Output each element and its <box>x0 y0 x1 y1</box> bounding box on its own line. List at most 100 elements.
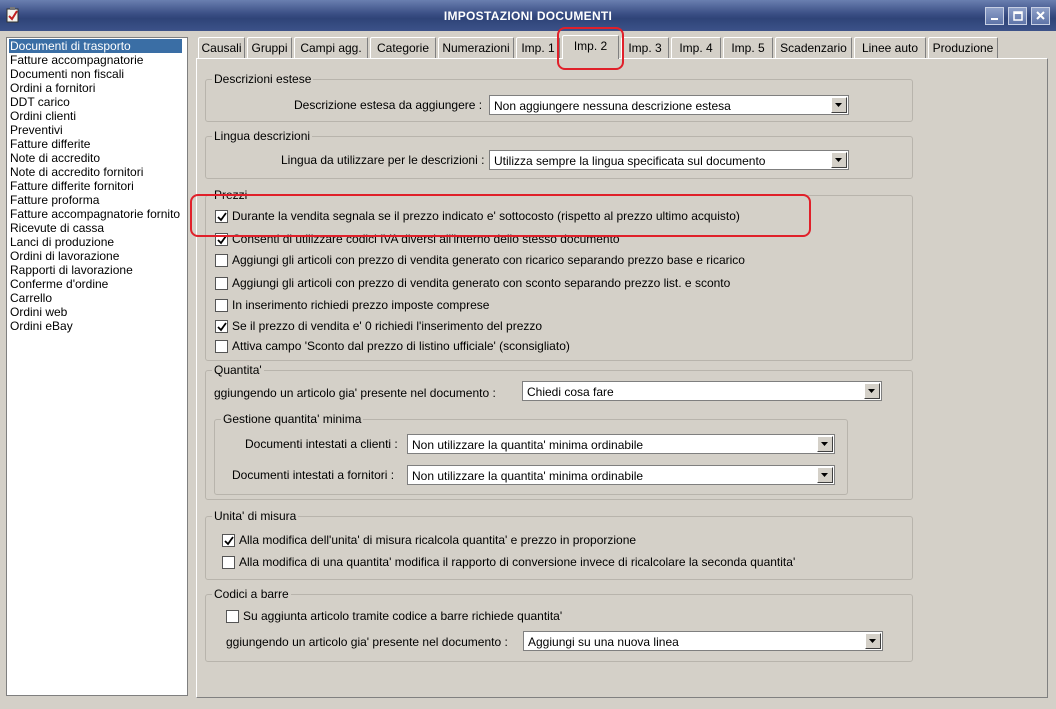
checkmark-icon <box>217 322 227 332</box>
sidebar-item[interactable]: Carrello <box>10 291 52 305</box>
dropdown-button[interactable] <box>817 467 833 483</box>
select-value: Aggiungi su una nuova linea <box>528 635 679 649</box>
checkbox-box[interactable] <box>215 340 228 353</box>
maximize-icon <box>1013 11 1023 21</box>
checkbox-label: Durante la vendita segnala se il prezzo … <box>232 209 740 223</box>
tab-imp-2[interactable]: Imp. 2 <box>562 35 619 59</box>
chevron-down-icon <box>821 473 828 477</box>
checkbox-label: Aggiungi gli articoli con prezzo di vend… <box>232 253 745 267</box>
group-quantita-minima: Gestione quantita' minima Documenti inte… <box>214 412 848 495</box>
checkbox-box[interactable] <box>226 610 239 623</box>
tab-imp-5[interactable]: Imp. 5 <box>723 37 773 58</box>
maximize-button[interactable] <box>1008 7 1027 25</box>
checkbox-label: Se il prezzo di vendita e' 0 richiedi l'… <box>232 319 543 333</box>
tab-campi-agg[interactable]: Campi agg. <box>294 37 368 58</box>
group-legend: Lingua descrizioni <box>212 129 313 143</box>
settings-window: IMPOSTAZIONI DOCUMENTI Documenti di tras… <box>0 0 1056 709</box>
quantita-aggiunta-label: ggiungendo un articolo gia' presente nel… <box>214 386 496 400</box>
checkbox-box[interactable] <box>222 556 235 569</box>
sidebar-item[interactable]: Documenti non fiscali <box>10 67 124 81</box>
sidebar-item[interactable]: Note di accredito fornitori <box>10 165 143 179</box>
sidebar-item[interactable]: Fatture accompagnatorie fornito <box>10 207 180 221</box>
group-unita-misura: Unita' di misura Alla modifica dell'unit… <box>205 509 913 580</box>
tab-numerazioni[interactable]: Numerazioni <box>438 37 514 58</box>
select-value: Non utilizzare la quantita' minima ordin… <box>412 469 644 483</box>
chevron-down-icon <box>868 389 875 393</box>
tab-categorie[interactable]: Categorie <box>370 37 436 58</box>
sidebar-item[interactable]: Ordini clienti <box>10 109 76 123</box>
sidebar-item[interactable]: Lanci di produzione <box>10 235 114 249</box>
sidebar-item[interactable]: Fatture proforma <box>10 193 99 207</box>
chevron-down-icon <box>835 158 842 162</box>
barre-aggiunta-select[interactable]: Aggiungi su una nuova linea <box>523 631 883 651</box>
tab-imp-4[interactable]: Imp. 4 <box>671 37 721 58</box>
sidebar-item[interactable]: Ordini a fornitori <box>10 81 95 95</box>
tab-gruppi[interactable]: Gruppi <box>247 37 292 58</box>
tab-linee-auto[interactable]: Linee auto <box>854 37 926 58</box>
sidebar-item[interactable]: DDT carico <box>10 95 70 109</box>
descrizione-estesa-label: Descrizione estesa da aggiungere : <box>294 98 483 112</box>
checkbox-box[interactable] <box>222 534 235 547</box>
tab-scadenzario[interactable]: Scadenzario <box>775 37 852 58</box>
dropdown-button[interactable] <box>864 383 880 399</box>
checkbox-label: In inserimento richiedi prezzo imposte c… <box>232 298 490 312</box>
checkbox-box[interactable] <box>215 210 228 223</box>
quantita-aggiunta-select[interactable]: Chiedi cosa fare <box>522 381 882 401</box>
title-bar[interactable]: IMPOSTAZIONI DOCUMENTI <box>0 0 1056 31</box>
tab-imp-3[interactable]: Imp. 3 <box>621 37 669 58</box>
sidebar-item[interactable]: Rapporti di lavorazione <box>10 263 133 277</box>
dropdown-button[interactable] <box>817 436 833 452</box>
dropdown-button[interactable] <box>831 152 847 168</box>
quantita-minima-fornitori-select[interactable]: Non utilizzare la quantita' minima ordin… <box>407 465 835 485</box>
document-type-list[interactable]: Documenti di trasporto Fatture accompagna… <box>6 37 188 696</box>
tab-causali[interactable]: Causali <box>198 37 245 58</box>
minimize-button[interactable] <box>985 7 1004 25</box>
group-quantita: Quantita' ggiungendo un articolo gia' pr… <box>205 363 913 500</box>
checkbox-box[interactable] <box>215 320 228 333</box>
tab-produzione[interactable]: Produzione <box>928 37 998 58</box>
sidebar-item[interactable]: Ricevute di cassa <box>10 221 104 235</box>
sidebar-item[interactable]: Ordini eBay <box>10 319 73 333</box>
sidebar-item[interactable]: Ordini di lavorazione <box>10 249 119 263</box>
group-legend: Unita' di misura <box>212 509 299 523</box>
checkmark-icon <box>217 212 227 222</box>
dropdown-button[interactable] <box>865 633 881 649</box>
checkbox-label: Attiva campo 'Sconto dal prezzo di listi… <box>232 339 570 353</box>
sidebar-item[interactable]: Documenti di trasporto <box>9 39 182 53</box>
dropdown-button[interactable] <box>831 97 847 113</box>
group-legend: Gestione quantita' minima <box>221 412 364 426</box>
quantita-minima-fornitori-label: Documenti intestati a fornitori : <box>232 468 395 482</box>
sidebar-item[interactable]: Fatture differite fornitori <box>10 179 134 193</box>
chevron-down-icon <box>869 639 876 643</box>
group-legend: Prezzi <box>212 188 250 202</box>
barre-aggiunta-label: ggiungendo un articolo gia' presente nel… <box>226 635 508 649</box>
group-codici-barre: Codici a barre Su aggiunta articolo tram… <box>205 587 913 662</box>
select-value: Non utilizzare la quantita' minima ordin… <box>412 438 644 452</box>
select-value: Utilizza sempre la lingua specificata su… <box>494 154 766 168</box>
checkbox-box[interactable] <box>215 254 228 267</box>
group-legend: Descrizioni estese <box>212 72 314 86</box>
group-legend: Codici a barre <box>212 587 291 601</box>
close-icon <box>1036 11 1045 20</box>
sidebar-item[interactable]: Ordini web <box>10 305 67 319</box>
sidebar-item[interactable]: Note di accredito <box>10 151 100 165</box>
tab-imp-1[interactable]: Imp. 1 <box>516 37 560 58</box>
quantita-minima-clienti-select[interactable]: Non utilizzare la quantita' minima ordin… <box>407 434 835 454</box>
sidebar-item[interactable]: Preventivi <box>10 123 63 137</box>
checkbox-box[interactable] <box>215 277 228 290</box>
group-legend: Quantita' <box>212 363 264 377</box>
checkbox-box[interactable] <box>215 299 228 312</box>
sidebar-item[interactable]: Fatture differite <box>10 137 90 151</box>
sidebar-item[interactable]: Fatture accompagnatorie <box>10 53 143 67</box>
checkbox-label: Su aggiunta articolo tramite codice a ba… <box>243 609 563 623</box>
close-button[interactable] <box>1031 7 1050 25</box>
select-value: Chiedi cosa fare <box>527 385 614 399</box>
checkmark-icon <box>224 536 234 546</box>
descrizione-estesa-select[interactable]: Non aggiungere nessuna descrizione estes… <box>489 95 849 115</box>
lingua-select[interactable]: Utilizza sempre la lingua specificata su… <box>489 150 849 170</box>
group-prezzi: Prezzi Durante la vendita segnala se il … <box>205 188 913 361</box>
checkbox-box[interactable] <box>215 233 228 246</box>
tab-panel-imp2: Descrizioni estese Descrizione estesa da… <box>196 58 1048 698</box>
checkbox-label: Consenti di utilizzare codici IVA divers… <box>232 232 620 246</box>
sidebar-item[interactable]: Conferme d'ordine <box>10 277 108 291</box>
